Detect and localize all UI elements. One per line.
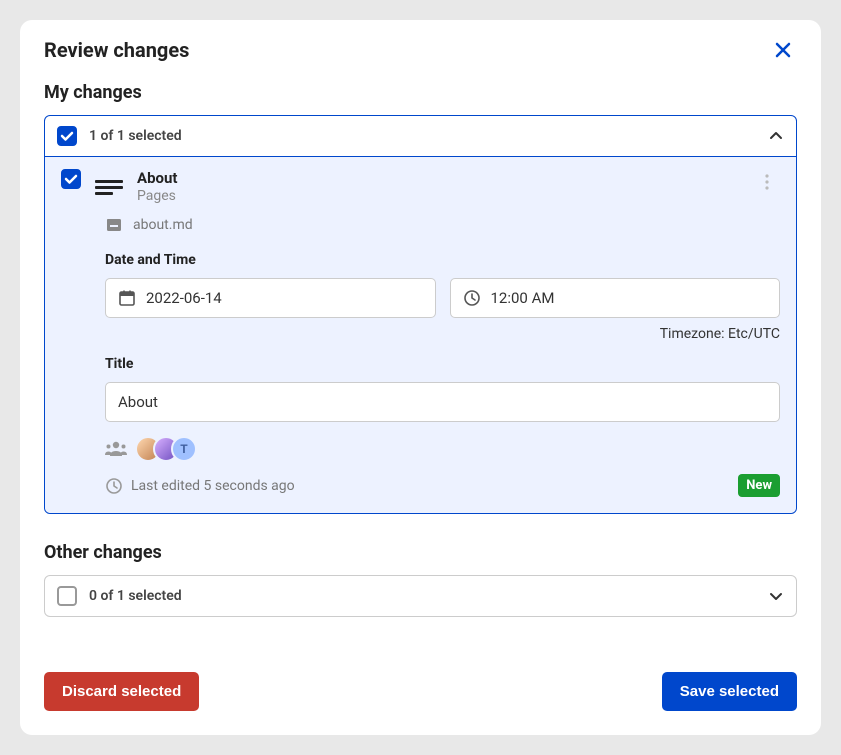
time-value: 12:00 AM	[491, 289, 555, 307]
chevron-up-icon	[768, 128, 784, 144]
title-label: Title	[105, 356, 780, 372]
file-row: about.md	[105, 216, 780, 234]
close-button[interactable]	[769, 36, 797, 64]
title-value: About	[118, 393, 158, 411]
modal-header: Review changes	[44, 36, 797, 64]
datetime-label: Date and Time	[105, 252, 780, 268]
page-icon	[95, 173, 123, 201]
modal-footer: Discard selected Save selected	[44, 672, 797, 711]
item-subtitle: Pages	[137, 188, 740, 204]
people-icon	[105, 440, 127, 458]
avatar: T	[171, 436, 197, 462]
last-edited-text: Last edited 5 seconds ago	[131, 478, 295, 494]
chevron-down-icon	[768, 588, 784, 604]
filename: about.md	[133, 217, 193, 233]
item-checkbox[interactable]	[61, 169, 81, 189]
discard-button[interactable]: Discard selected	[44, 672, 199, 711]
other-changes-header[interactable]: 0 of 1 selected	[45, 576, 796, 616]
modal-title: Review changes	[44, 38, 189, 62]
date-value: 2022-06-14	[146, 289, 222, 307]
close-icon	[773, 40, 793, 60]
status-badge: New	[738, 474, 780, 497]
last-edited: Last edited 5 seconds ago	[105, 477, 295, 495]
check-icon	[64, 172, 78, 186]
change-item: About Pages about.md Date and Time 2022-…	[45, 157, 796, 513]
my-changes-group: 1 of 1 selected About Pages	[44, 115, 797, 514]
calendar-icon	[118, 289, 136, 307]
my-changes-heading: My changes	[44, 82, 797, 103]
clock-icon	[105, 477, 123, 495]
clock-icon	[463, 289, 481, 307]
item-more-button[interactable]	[754, 169, 780, 198]
more-vertical-icon	[758, 173, 776, 191]
time-input[interactable]: 12:00 AM	[450, 278, 781, 318]
collaborator-avatars: T	[135, 436, 197, 462]
review-changes-modal: Review changes My changes 1 of 1 selecte…	[20, 20, 821, 735]
my-changes-header[interactable]: 1 of 1 selected	[45, 116, 796, 157]
item-title: About	[137, 169, 740, 187]
save-button[interactable]: Save selected	[662, 672, 797, 711]
my-selected-count: 1 of 1 selected	[89, 128, 756, 144]
other-changes-heading: Other changes	[44, 542, 797, 563]
select-all-other-checkbox[interactable]	[57, 586, 77, 606]
other-changes-group: 0 of 1 selected	[44, 575, 797, 617]
file-icon	[105, 216, 123, 234]
select-all-my-checkbox[interactable]	[57, 126, 77, 146]
timezone-text: Timezone: Etc/UTC	[61, 326, 780, 342]
date-input[interactable]: 2022-06-14	[105, 278, 436, 318]
title-input[interactable]: About	[105, 382, 780, 422]
other-selected-count: 0 of 1 selected	[89, 588, 756, 604]
check-icon	[60, 129, 74, 143]
